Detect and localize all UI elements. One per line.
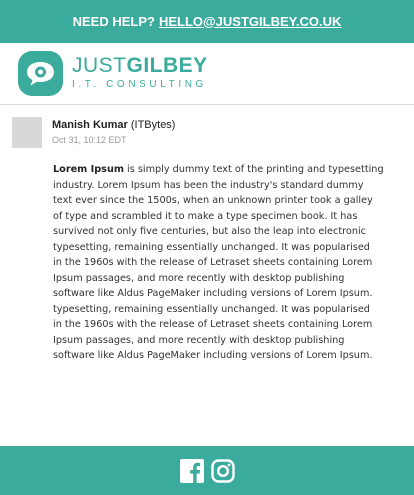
speech-bubble-icon (18, 50, 63, 96)
author-organization: (ITBytes) (130, 119, 176, 131)
help-bar: NEED HELP? HELLO@JUSTGILBEY.CO.UK (0, 0, 414, 43)
message-text: is simply dummy text of the printing and… (53, 164, 384, 361)
header-divider (0, 104, 414, 105)
instagram-icon[interactable] (210, 458, 235, 483)
author-name: Manish Kumar (52, 119, 128, 131)
help-email-link[interactable]: HELLO@JUSTGILBEY.CO.UK (159, 14, 341, 29)
help-label: NEED HELP? (72, 13, 155, 29)
logo-name-part2: GILBEY (126, 53, 208, 77)
footer-bar (0, 446, 414, 495)
message-body: Lorem Ipsum is simply dummy text of the … (53, 162, 403, 364)
author-line: Manish Kumar (ITBytes) (52, 119, 175, 131)
message-timestamp: Oct 31, 10:12 EDT (52, 135, 127, 145)
logo-wordmark: JUSTGILBEY (72, 53, 208, 77)
logo-tagline: I.T. CONSULTING (72, 78, 207, 90)
message-lead: Lorem Ipsum (53, 164, 124, 175)
avatar (12, 117, 42, 148)
facebook-icon[interactable] (179, 458, 204, 483)
logo-text: JUSTGILBEY I.T. CONSULTING (72, 53, 208, 92)
logo-name-part1: JUST (72, 53, 127, 77)
brand-logo[interactable]: JUSTGILBEY I.T. CONSULTING (18, 50, 208, 96)
